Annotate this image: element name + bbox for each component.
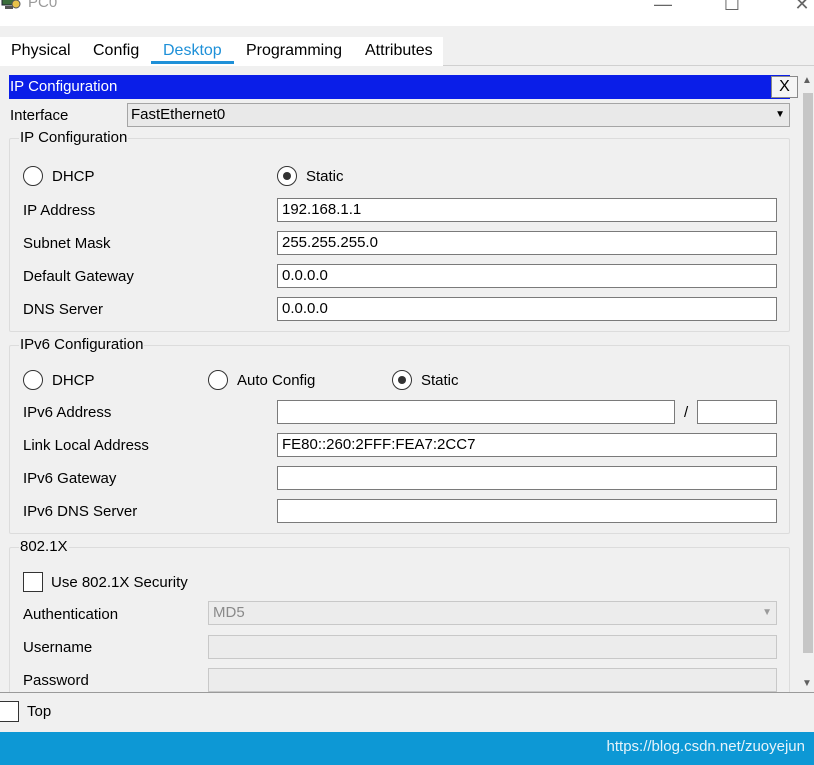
pc-app-icon [1, 0, 21, 9]
chevron-down-icon: ▼ [762, 607, 772, 618]
ip-address-input[interactable]: 192.168.1.1 [277, 198, 777, 222]
ip-address-label: IP Address [23, 202, 96, 219]
ipv6-dns-input[interactable] [277, 499, 777, 523]
ip-config-header: IP Configuration X [9, 75, 798, 99]
dot1x-legend: 802.1X [19, 538, 69, 555]
subnet-mask-input[interactable]: 255.255.255.0 [277, 231, 777, 255]
ipv6-legend: IPv6 Configuration [19, 336, 145, 353]
always-on-top-label: Top [27, 703, 52, 720]
scrollbar-thumb[interactable] [803, 93, 813, 653]
subnet-mask-label: Subnet Mask [23, 235, 111, 252]
dns-server-input[interactable]: 0.0.0.0 [277, 297, 777, 321]
tab-physical[interactable]: Physical [11, 42, 71, 60]
authentication-label: Authentication [23, 606, 119, 623]
ipv4-static-label: Static [306, 168, 344, 185]
dns-server-label: DNS Server [23, 301, 104, 318]
ipv6-auto-config-radio[interactable] [208, 370, 228, 390]
default-gateway-input[interactable]: 0.0.0.0 [277, 264, 777, 288]
ipv6-address-label: IPv6 Address [23, 404, 112, 421]
window-titlebar: PC0 — ☐ ✕ [0, 0, 814, 26]
ipv6-dns-label: IPv6 DNS Server [23, 503, 138, 520]
default-gateway-label: Default Gateway [23, 268, 134, 285]
ipv6-dhcp-radio[interactable] [23, 370, 43, 390]
maximize-icon[interactable]: ☐ [712, 0, 752, 15]
link-local-input[interactable]: FE80::260:2FFF:FEA7:2CC7 [277, 433, 777, 457]
dot1x-group: 802.1X Use 802.1X Security Authenticatio… [9, 538, 790, 697]
active-tab-indicator [151, 61, 234, 64]
desktop-content: IP Configuration X Interface FastEtherne… [0, 66, 814, 697]
username-input[interactable] [208, 635, 777, 659]
ipv6-gateway-label: IPv6 Gateway [23, 470, 117, 487]
ipv6-static-label: Static [421, 372, 459, 389]
always-on-top-checkbox[interactable] [0, 701, 19, 722]
window-close-icon[interactable]: ✕ [782, 0, 814, 15]
interface-value: FastEthernet0 [131, 106, 226, 123]
ipv6-auto-config-label: Auto Config [237, 372, 316, 389]
interface-label: Interface [10, 107, 69, 124]
ipv6-prefix-input[interactable] [697, 400, 777, 424]
tab-attributes[interactable]: Attributes [365, 42, 433, 60]
password-input[interactable] [208, 668, 777, 692]
bottom-bar: Top [0, 692, 814, 732]
password-label: Password [23, 672, 89, 689]
interface-select[interactable]: FastEthernet0 ▼ [127, 103, 790, 127]
ipv4-group: IP Configuration DHCP Static IP Address … [9, 129, 790, 332]
watermark-text: https://blog.csdn.net/zuoyejun [606, 738, 805, 755]
vertical-scrollbar[interactable]: ▲ ▼ [801, 75, 814, 692]
authentication-value: MD5 [213, 604, 245, 621]
footer-bar: https://blog.csdn.net/zuoyejun [0, 732, 814, 765]
tab-config[interactable]: Config [93, 42, 139, 60]
authentication-select[interactable]: MD5 ▼ [208, 601, 777, 625]
prefix-separator: / [684, 404, 689, 421]
use-8021x-checkbox[interactable] [23, 572, 43, 592]
link-local-label: Link Local Address [23, 437, 149, 454]
tab-desktop[interactable]: Desktop [163, 42, 222, 60]
tab-strip: Physical Config Desktop Programming Attr… [0, 26, 814, 66]
use-8021x-label: Use 802.1X Security [51, 574, 188, 591]
ipv4-legend: IP Configuration [19, 129, 129, 146]
minimize-icon[interactable]: — [643, 0, 683, 15]
ipv4-dhcp-label: DHCP [52, 168, 95, 185]
window-title: PC0 [28, 0, 58, 11]
chevron-down-icon: ▼ [775, 109, 785, 120]
ipv6-gateway-input[interactable] [277, 466, 777, 490]
ipv6-address-input[interactable] [277, 400, 675, 424]
tab-programming[interactable]: Programming [246, 42, 342, 60]
panel-title: IP Configuration [10, 78, 118, 95]
ipv6-group: IPv6 Configuration DHCP Auto Config Stat… [9, 336, 790, 534]
scroll-down-icon[interactable]: ▼ [802, 678, 812, 689]
scroll-up-icon[interactable]: ▲ [802, 75, 812, 86]
ipv6-dhcp-label: DHCP [52, 372, 95, 389]
ipv4-dhcp-radio[interactable] [23, 166, 43, 186]
panel-close-button[interactable]: X [771, 76, 798, 98]
ipv4-static-radio[interactable] [277, 166, 297, 186]
username-label: Username [23, 639, 93, 656]
ipv6-static-radio[interactable] [392, 370, 412, 390]
